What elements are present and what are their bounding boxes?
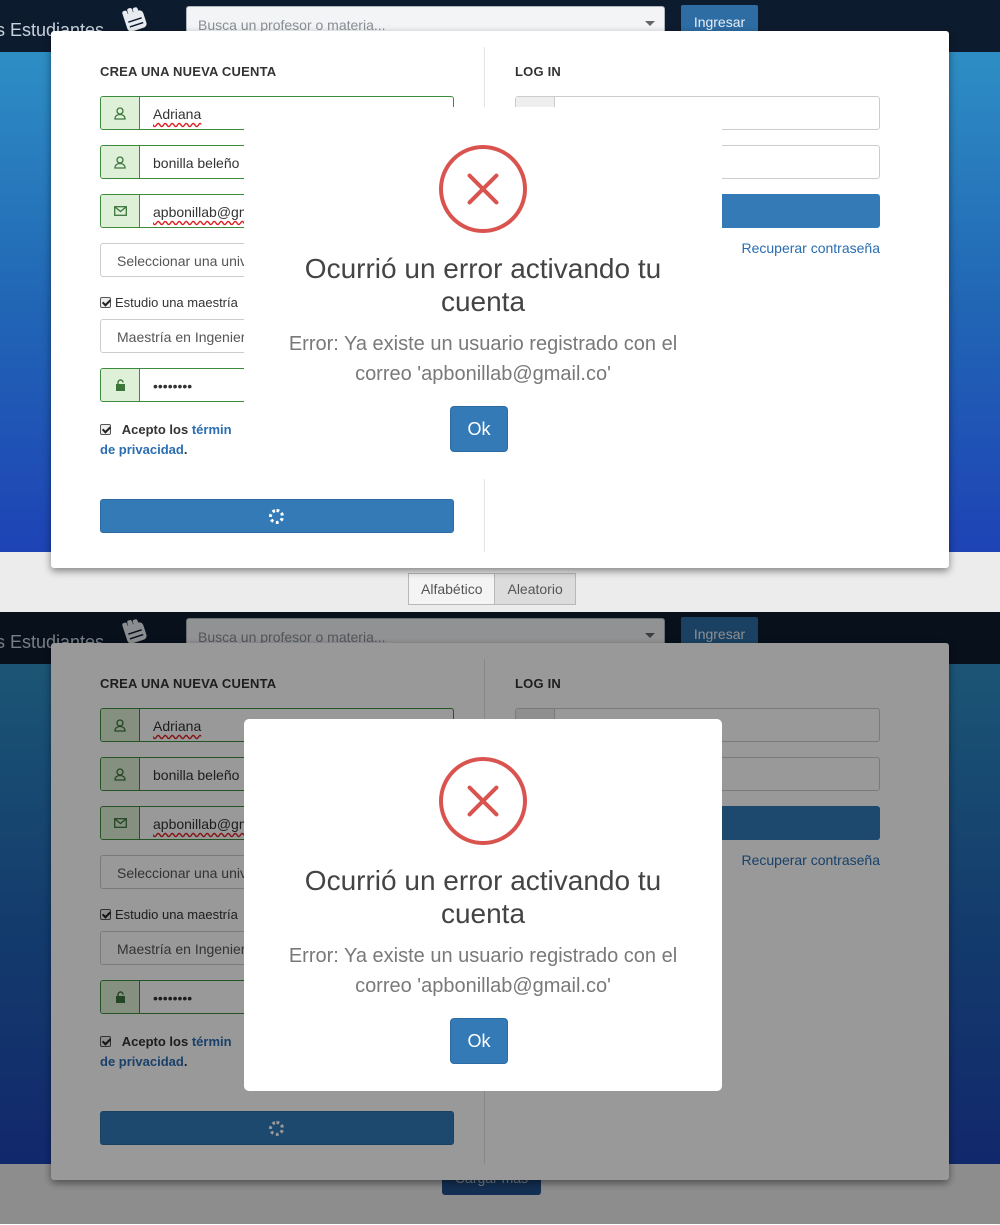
terms-link[interactable]: términ bbox=[192, 422, 232, 437]
masters-program-value: Maestría en Ingenier bbox=[117, 329, 246, 345]
spinner-icon bbox=[269, 509, 284, 524]
masters-checkbox[interactable]: Estudio una maestría bbox=[100, 295, 238, 310]
login-title: LOG IN bbox=[515, 64, 561, 79]
recover-password-link[interactable]: Recuperar contraseña bbox=[741, 240, 880, 256]
masters-checkbox-label: Estudio una maestría bbox=[115, 295, 238, 310]
email-value: apbonillab@gm bbox=[153, 204, 251, 220]
envelope-icon bbox=[101, 195, 140, 227]
error-x-icon bbox=[439, 145, 527, 233]
chevron-down-icon bbox=[645, 21, 655, 26]
sort-alphabetic-button[interactable]: Alfabético bbox=[408, 573, 496, 605]
lock-icon bbox=[101, 369, 140, 401]
last-name-value: bonilla beleño bbox=[153, 155, 240, 171]
modal-title: Ocurrió un error activando tu cuenta bbox=[304, 253, 662, 317]
modal-title: Ocurrió un error activando tu cuenta bbox=[304, 865, 662, 929]
university-value: Seleccionar una univ bbox=[117, 253, 247, 269]
sort-toggle-group: Alfabético Aleatorio bbox=[408, 573, 576, 605]
error-modal: Ocurrió un error activando tu cuenta Err… bbox=[244, 107, 722, 479]
register-title: CREA UNA NUEVA CUENTA bbox=[100, 64, 277, 79]
terms-prefix: Acepto los bbox=[121, 422, 192, 437]
sort-random-button[interactable]: Aleatorio bbox=[495, 573, 576, 605]
user-icon bbox=[101, 97, 140, 129]
checkbox-checked-icon bbox=[100, 424, 111, 435]
terms-suffix: . bbox=[183, 442, 188, 457]
user-icon bbox=[101, 146, 140, 178]
error-x-icon bbox=[439, 757, 527, 845]
modal-message: Error: Ya existe un usuario registrado c… bbox=[288, 945, 678, 997]
privacy-link[interactable]: de privacidad bbox=[100, 442, 184, 457]
checkbox-checked-icon bbox=[100, 297, 111, 308]
modal-message: Error: Ya existe un usuario registrado c… bbox=[288, 333, 678, 385]
first-name-value: Adriana bbox=[153, 106, 202, 122]
password-value: •••••••• bbox=[153, 378, 193, 394]
screenshot-panel-top: Alfabético Aleatorio s Estudiantes Busca… bbox=[0, 0, 1000, 612]
error-modal: Ocurrió un error activando tu cuenta Err… bbox=[244, 719, 722, 1091]
ok-button[interactable]: Ok bbox=[450, 1018, 508, 1064]
screenshot-panel-bottom: Cargar más s Estudiantes Busca un profes… bbox=[0, 612, 1000, 1224]
register-submit-button[interactable] bbox=[100, 499, 454, 533]
ok-button[interactable]: Ok bbox=[450, 406, 508, 452]
